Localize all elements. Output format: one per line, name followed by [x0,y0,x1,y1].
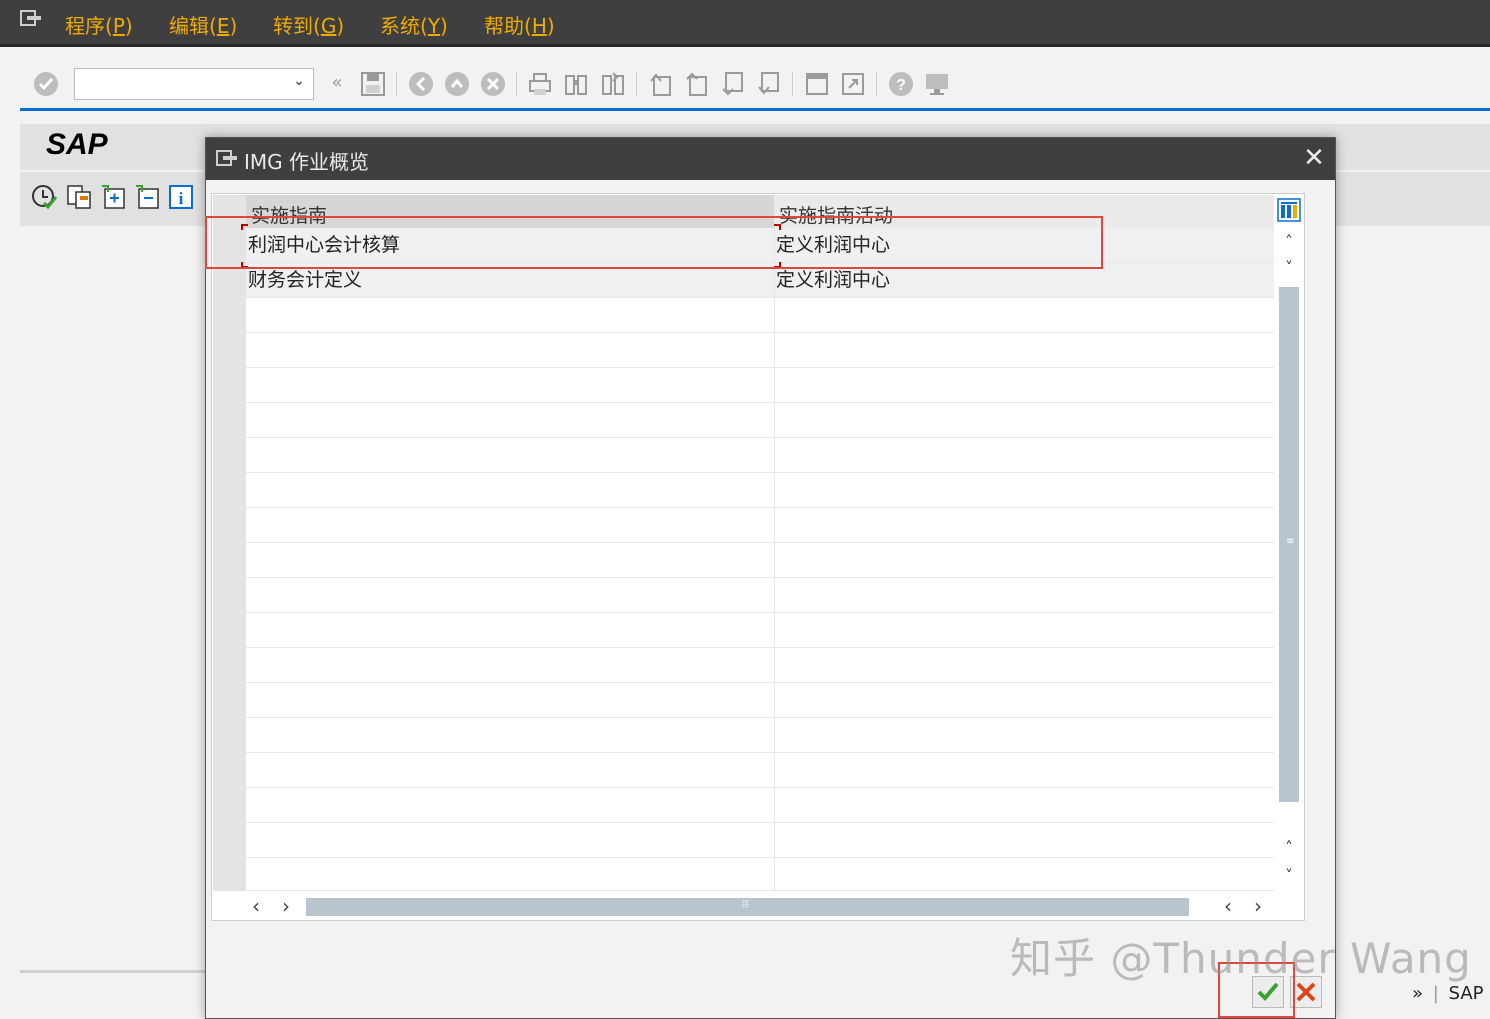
empty-row [246,508,1274,543]
previous-page-icon[interactable] [684,71,710,97]
info-icon[interactable]: i [168,184,194,210]
double-chevron-left-icon: « [331,72,343,93]
shortcut-icon[interactable] [840,71,866,97]
empty-row [246,648,1274,683]
empty-row [246,788,1274,823]
scroll-right-page-icon[interactable]: › [1254,894,1262,918]
menu-goto[interactable]: 转到(G) [273,10,344,39]
first-page-icon[interactable] [648,71,674,97]
status-separator: | [1432,983,1439,1004]
last-page-icon[interactable] [756,71,782,97]
collapse-icon[interactable] [134,184,160,210]
save-icon[interactable] [360,71,386,97]
scroll-down-icon[interactable]: ˅ [1279,258,1299,277]
scroll-left-page-icon[interactable]: ‹ [1224,894,1232,918]
status-bar-right: » | SAP [1412,983,1484,1004]
column-divider [774,228,775,891]
find-next-icon[interactable] [600,71,626,97]
toolbar-separator [396,72,397,96]
svg-text:?: ? [896,77,906,94]
page-down-icon[interactable]: ˅ [1279,866,1299,885]
empty-row [246,753,1274,788]
dialog-title-bar [206,138,1335,180]
empty-row [246,578,1274,613]
table-settings-icon[interactable] [1277,198,1301,222]
dialog-title: IMG 作业概览 [244,150,370,174]
watermark: 知乎 @Thunder Wang [1010,934,1472,983]
toolbar-separator [516,72,517,96]
empty-row [246,823,1274,858]
help-icon[interactable]: ? [888,71,914,97]
execute-icon[interactable] [31,184,57,210]
empty-row [246,858,1274,891]
menu-system[interactable]: 系统(Y) [380,10,448,39]
copy-icon[interactable] [66,184,92,210]
toolbar-separator [636,72,637,96]
toolbar-accent-line [20,108,1490,111]
check-circle-icon[interactable] [33,71,59,97]
expand-icon[interactable] [100,184,126,210]
cancel-icon[interactable] [480,71,506,97]
empty-row [246,473,1274,508]
empty-row [246,718,1274,753]
next-page-icon[interactable] [720,71,746,97]
menu-edit[interactable]: 编辑(E) [169,10,237,39]
hscroll-grip-icon[interactable]: ⦙⦙⦙ [742,899,749,910]
page-up-icon[interactable]: ˄ [1279,838,1299,857]
toolbar-separator [792,72,793,96]
svg-text:i: i [179,189,184,208]
back-icon[interactable] [408,71,434,97]
empty-row [246,543,1274,578]
scrollbar-grip-icon[interactable]: ≡ [1286,537,1294,550]
chevron-down-icon[interactable]: ⌄ [293,73,305,89]
dialog-menu-icon[interactable] [216,150,238,166]
highlight-box-row [205,216,1103,269]
menu-bar: 程序(P) 编辑(E) 转到(G) 系统(Y) 帮助(H) [0,0,1490,47]
find-icon[interactable] [563,71,589,97]
toolbar-separator [876,72,877,96]
sap-logo: SAP [46,128,108,161]
empty-row [246,298,1274,333]
new-session-icon[interactable] [804,71,830,97]
empty-row [246,613,1274,648]
empty-row [246,403,1274,438]
customize-layout-icon[interactable] [924,71,950,97]
menu-program[interactable]: 程序(P) [65,10,133,39]
empty-row [246,683,1274,718]
scroll-left-icon[interactable]: ‹ [252,894,260,918]
menu-help[interactable]: 帮助(H) [484,10,555,39]
print-icon[interactable] [527,71,553,97]
scroll-right-icon[interactable]: › [282,894,290,918]
empty-row [246,333,1274,368]
empty-row [246,438,1274,473]
divider [20,970,210,973]
double-chevron-right-icon[interactable]: » [1412,983,1423,1004]
status-system-label: SAP [1448,983,1484,1004]
empty-row [246,368,1274,403]
command-field[interactable]: ⌄ [74,68,314,100]
exit-icon[interactable] [444,71,470,97]
row-selector-column[interactable] [213,195,246,891]
close-icon[interactable]: ✕ [1300,144,1328,172]
sap-menu-icon[interactable] [20,10,42,26]
scroll-up-icon[interactable]: ˄ [1279,232,1299,251]
